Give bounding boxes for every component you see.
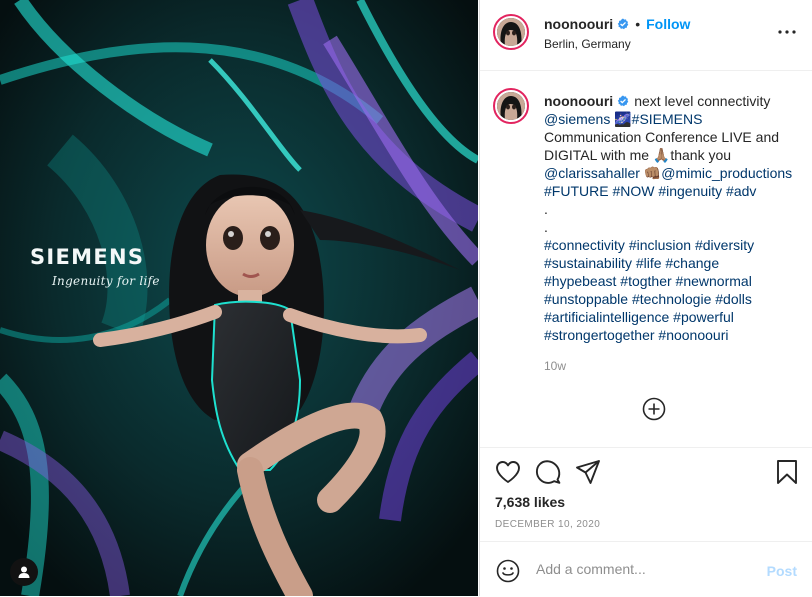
author-line: noonoouri • Follow bbox=[544, 16, 690, 32]
caption-line: next level connectivity bbox=[634, 93, 771, 109]
mention-link[interactable]: @siemens bbox=[544, 111, 610, 127]
post-header: noonoouri • Follow Berlin, Germany bbox=[480, 0, 812, 71]
hashtag-link[interactable]: #unstoppable #technologie #dolls bbox=[544, 290, 806, 308]
save-button[interactable] bbox=[773, 458, 801, 486]
siemens-logo: SIEMENS Ingenuity for life bbox=[30, 244, 160, 288]
caption-line: . bbox=[544, 201, 548, 217]
mention-link[interactable]: @clarissahaller bbox=[544, 165, 640, 181]
author-avatar[interactable] bbox=[493, 14, 529, 50]
more-options-icon bbox=[778, 30, 796, 34]
follow-button[interactable]: Follow bbox=[646, 16, 690, 32]
like-button[interactable] bbox=[494, 458, 522, 486]
add-comment-bar: Post bbox=[480, 541, 812, 597]
hashtag-link[interactable]: #strongertogether #noonoouri bbox=[544, 326, 806, 344]
caption-line: DIGITAL with me 🙏🏽thank you bbox=[544, 147, 732, 163]
hashtag-link[interactable]: #FUTURE #NOW #ingenuity #adv bbox=[544, 182, 806, 200]
emoji-button[interactable] bbox=[496, 559, 520, 583]
post-comment-button[interactable]: Post bbox=[767, 563, 797, 579]
plus-circle-icon bbox=[642, 397, 666, 421]
hashtag-link[interactable]: #connectivity #inclusion #diversity bbox=[544, 236, 806, 254]
emoji-icon bbox=[496, 559, 520, 583]
post-image-artwork bbox=[0, 0, 478, 596]
comment-input[interactable] bbox=[534, 560, 748, 578]
verified-badge-icon bbox=[618, 18, 629, 30]
more-options-button[interactable] bbox=[777, 22, 797, 42]
author-username[interactable]: noonoouri bbox=[544, 16, 613, 32]
tagged-users-button[interactable] bbox=[10, 558, 38, 586]
caption-line: . bbox=[544, 219, 548, 235]
verified-badge-icon bbox=[618, 95, 629, 107]
comment-button[interactable] bbox=[534, 458, 562, 486]
caption-text: noonoouri next level connectivity @siemen… bbox=[544, 92, 806, 344]
caption-username[interactable]: noonoouri bbox=[544, 93, 613, 109]
caption-author-avatar[interactable] bbox=[493, 88, 529, 124]
post-date[interactable]: DECEMBER 10, 2020 bbox=[495, 519, 600, 530]
brand-tagline: Ingenuity for life bbox=[52, 274, 160, 288]
share-button[interactable] bbox=[574, 458, 602, 486]
post-location[interactable]: Berlin, Germany bbox=[544, 37, 631, 51]
hashtag-link[interactable]: #hypebeast #togther #newnormal bbox=[544, 272, 806, 290]
bookmark-icon bbox=[777, 460, 797, 484]
separator-dot: • bbox=[635, 16, 641, 32]
post-image[interactable]: SIEMENS Ingenuity for life bbox=[0, 0, 478, 596]
likes-count[interactable]: 7,638 likes bbox=[495, 494, 565, 510]
hashtag-link[interactable]: 🌌#SIEMENS bbox=[610, 111, 702, 127]
user-tag-icon bbox=[18, 566, 30, 578]
caption-line: Communication Conference LIVE and bbox=[544, 129, 780, 145]
heart-icon bbox=[496, 461, 520, 483]
hashtag-link[interactable]: #sustainability #life #change bbox=[544, 254, 806, 272]
comment-icon bbox=[535, 460, 561, 484]
load-more-comments-button[interactable] bbox=[642, 397, 666, 421]
share-icon bbox=[576, 460, 600, 484]
mention-link[interactable]: @mimic_productions bbox=[661, 165, 792, 181]
actions-divider bbox=[480, 447, 812, 449]
brand-name: SIEMENS bbox=[30, 245, 145, 269]
caption-timestamp[interactable]: 10w bbox=[544, 359, 566, 373]
hashtag-link[interactable]: #artificialintelligence #powerful bbox=[544, 308, 806, 326]
post-details-panel: noonoouri • Follow Berlin, Germany noono… bbox=[479, 0, 812, 596]
caption-emoji: 👊🏽 bbox=[639, 165, 662, 181]
